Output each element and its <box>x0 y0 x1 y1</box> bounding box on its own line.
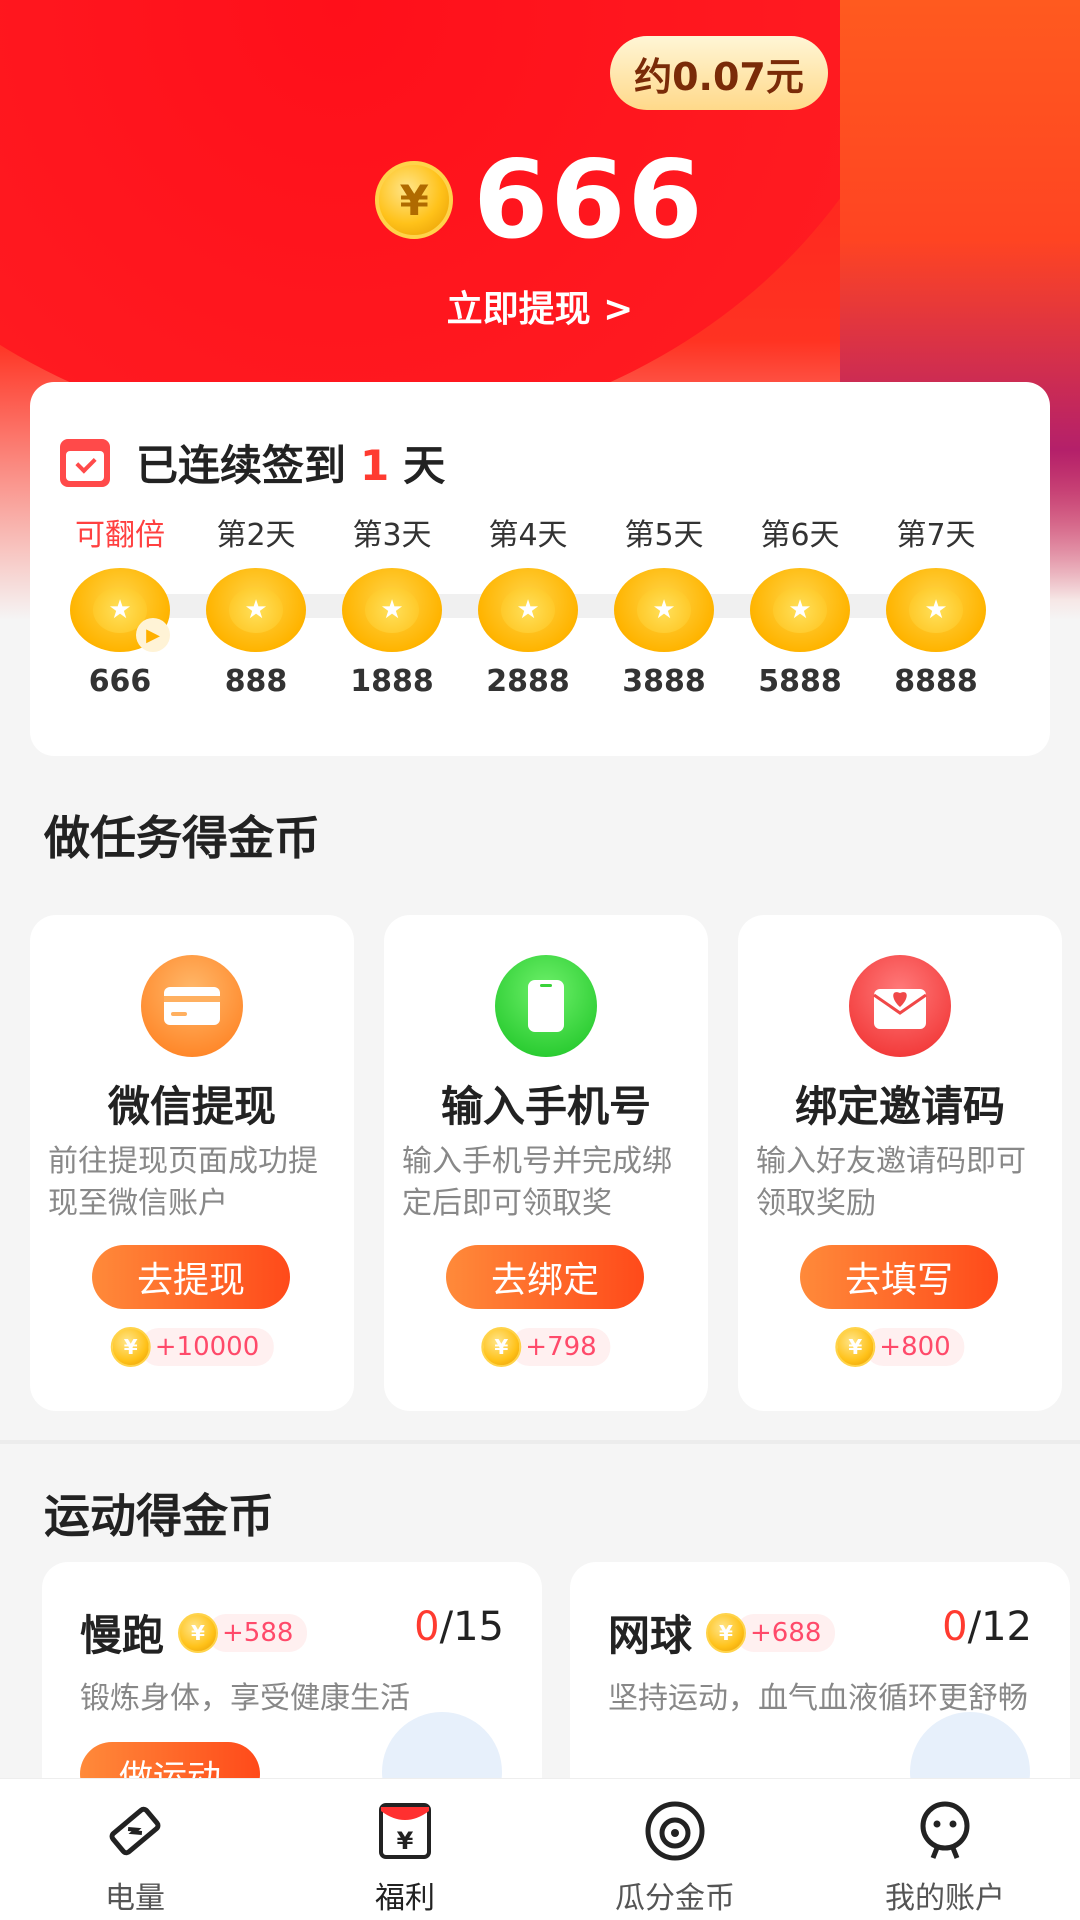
sport-progress: 0/12 <box>942 1604 1032 1650</box>
day-label: 第6天 <box>760 518 840 553</box>
coin-icon: ¥ <box>706 1612 747 1653</box>
signin-day-4[interactable]: 第4天 ★ 2888 <box>468 510 588 699</box>
star-coin-icon: ★ ▶ <box>70 568 170 652</box>
day-label: 第3天 <box>352 518 432 553</box>
signin-day-3[interactable]: 第3天 ★ 1888 <box>332 510 452 699</box>
go-fill-button[interactable]: 去填写 <box>800 1245 998 1309</box>
coin-icon: ¥ <box>835 1327 876 1367</box>
sport-name: 网球 <box>608 1611 693 1660</box>
nav-item-my-account[interactable]: 我的账户 <box>810 1779 1080 1920</box>
star-coin-icon: ★ <box>478 568 578 652</box>
coin-icon: ¥ <box>481 1327 522 1367</box>
day-label: 第7天 <box>896 518 976 553</box>
star-coin-icon: ★ <box>206 568 306 652</box>
sports-section-title: 运动得金币 <box>44 1489 274 1543</box>
task-card-wechat-withdraw: 微信提现 前往提现页面成功提现至微信账户 去提现 ¥ +10000 <box>30 915 354 1411</box>
task-name: 绑定邀请码 <box>794 1082 1005 1131</box>
play-icon: ▶ <box>136 618 170 652</box>
reward-amount: +800 <box>865 1328 965 1366</box>
nav-label: 瓜分金币 <box>615 1881 735 1916</box>
day-reward: 1888 <box>350 664 434 699</box>
reward-tag: ¥ +798 <box>481 1327 611 1367</box>
bottom-nav: 电量 ¥ 福利 瓜分金币 我的账户 <box>0 1778 1080 1920</box>
nav-item-welfare[interactable]: ¥ 福利 <box>270 1779 540 1920</box>
tasks-section-title: 做任务得金币 <box>44 811 320 865</box>
nav-label: 电量 <box>105 1881 165 1916</box>
balance-row: ¥ 666 <box>0 137 1080 263</box>
withdraw-now-link[interactable]: 立即提现 > <box>0 280 1080 332</box>
task-name: 微信提现 <box>107 1082 276 1131</box>
reward-amount: +798 <box>511 1328 611 1366</box>
day-label: 第4天 <box>488 518 568 553</box>
signin-days: 可翻倍 ★ ▶ 666 第2天 ★ 888 第3天 ★ 1888 第4天 ★ 2 <box>60 510 1020 720</box>
phone-icon <box>495 955 597 1057</box>
signin-day-2[interactable]: 第2天 ★ 888 <box>196 510 316 699</box>
task-desc: 输入好友邀请码即可领取奖励 <box>756 1144 1026 1221</box>
calendar-check-icon <box>60 438 110 487</box>
user-face-icon <box>913 1799 977 1863</box>
star-coin-icon: ★ <box>750 568 850 652</box>
reward-tag: ¥ +800 <box>835 1327 965 1367</box>
envelope-heart-icon <box>849 955 951 1057</box>
signin-day-6[interactable]: 第6天 ★ 5888 <box>740 510 860 699</box>
coin-icon: ¥ <box>110 1327 151 1367</box>
signin-suffix: 天 <box>403 441 446 490</box>
reward-amount: +588 <box>208 1613 308 1652</box>
day-reward: 5888 <box>758 664 842 699</box>
go-bind-button[interactable]: 去绑定 <box>446 1245 644 1309</box>
coin-icon: ¥ <box>375 161 454 239</box>
reward-tag: ¥ +10000 <box>110 1327 274 1367</box>
sport-name: 慢跑 <box>80 1611 165 1660</box>
nav-item-power[interactable]: 电量 <box>0 1779 270 1920</box>
signin-day-1[interactable]: 可翻倍 ★ ▶ 666 <box>60 510 180 699</box>
nav-item-split-coins[interactable]: 瓜分金币 <box>540 1779 810 1920</box>
star-coin-icon: ★ <box>342 568 442 652</box>
task-card-invite-code: 绑定邀请码 输入好友邀请码即可领取奖励 去填写 ¥ +800 <box>738 915 1062 1411</box>
sport-progress: 0/15 <box>414 1604 504 1650</box>
coin-balance: 666 <box>473 137 705 263</box>
day-label: 第2天 <box>216 518 296 553</box>
day-reward: 666 <box>88 664 152 699</box>
nav-label: 我的账户 <box>885 1881 1005 1916</box>
signin-title: 已连续签到 1 天 <box>60 432 445 493</box>
approx-value-badge: 约0.07元 <box>610 36 828 110</box>
reward-amount: +688 <box>736 1613 836 1652</box>
signin-prefix: 已连续签到 <box>136 441 347 490</box>
reward-amount: +10000 <box>140 1328 274 1366</box>
reward-tag: ¥ +688 <box>706 1612 836 1653</box>
day-reward: 2888 <box>486 664 570 699</box>
day-reward: 888 <box>224 664 288 699</box>
task-desc: 输入手机号并完成绑定后即可领取奖 <box>402 1144 672 1221</box>
signin-day-5[interactable]: 第5天 ★ 3888 <box>604 510 724 699</box>
signin-card: 已连续签到1天 可翻倍 ★ ▶ 666 第2天 ★ 888 第3天 ★ 18 <box>30 382 1050 756</box>
reward-tag: ¥ +588 <box>178 1612 308 1653</box>
star-coin-icon: ★ <box>886 568 986 652</box>
section-divider <box>0 1440 1080 1444</box>
red-envelope-icon: ¥ <box>373 1799 437 1863</box>
day-label: 第5天 <box>624 518 704 553</box>
coin-icon: ¥ <box>178 1612 219 1653</box>
welfare-screen: 约0.07元 ¥ 666 立即提现 > 已连续签到 1 天 可翻倍 ★ ▶ 666 <box>0 0 1080 1920</box>
target-icon <box>643 1799 707 1863</box>
signin-count: 1 <box>360 441 390 490</box>
go-withdraw-button[interactable]: 去提现 <box>92 1245 290 1309</box>
day-label: 可翻倍 <box>75 518 165 553</box>
task-desc: 前往提现页面成功提现至微信账户 <box>48 1144 318 1221</box>
day-reward: 8888 <box>894 664 978 699</box>
signin-day-7[interactable]: 第7天 ★ 8888 <box>876 510 996 699</box>
day-reward: 3888 <box>622 664 706 699</box>
star-coin-icon: ★ <box>614 568 714 652</box>
ticket-icon <box>103 1799 167 1863</box>
card-icon <box>141 955 243 1057</box>
svg-text:¥: ¥ <box>397 1827 414 1855</box>
nav-label: 福利 <box>375 1881 435 1916</box>
task-name: 输入手机号 <box>440 1082 651 1131</box>
task-card-phone: 输入手机号 输入手机号并完成绑定后即可领取奖 去绑定 ¥ +798 <box>384 915 708 1411</box>
